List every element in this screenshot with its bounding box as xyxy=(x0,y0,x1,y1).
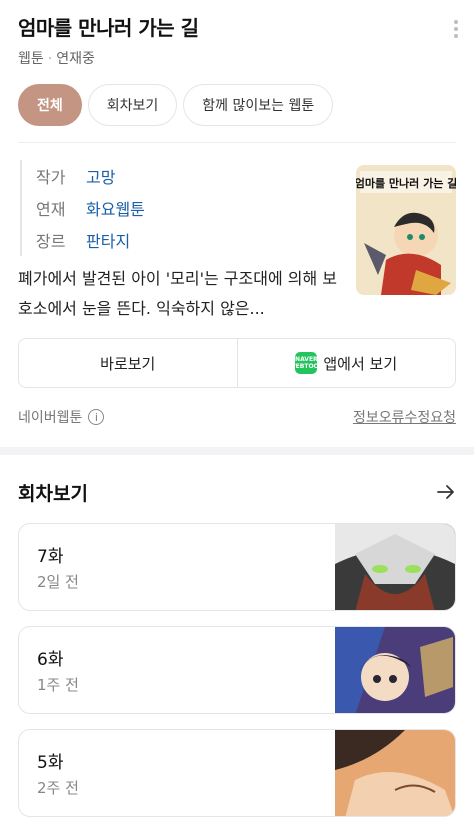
serial-link[interactable]: 화요웹툰 xyxy=(86,196,145,220)
episode-date: 2주 전 xyxy=(37,779,79,797)
arrow-right-icon[interactable] xyxy=(436,482,456,502)
episode-title: 5화 xyxy=(37,753,64,773)
serial-label: 연재 xyxy=(36,200,66,219)
episode-thumbnail xyxy=(335,730,455,816)
genre-link[interactable]: 판타지 xyxy=(86,228,130,252)
episode-date: 1주 전 xyxy=(37,676,79,694)
view-now-button[interactable]: 바로보기 xyxy=(19,339,237,387)
source-label: 네이버웹툰 xyxy=(18,410,83,426)
section-separator xyxy=(0,447,474,455)
tab-bar: 전체 회차보기 함께 많이보는 웹툰 xyxy=(18,84,334,126)
info-block: 작가 고망 연재 화요웹툰 장르 판타지 xyxy=(20,160,340,256)
episode-card[interactable]: 6화 1주 전 xyxy=(18,626,456,714)
episode-date: 2일 전 xyxy=(37,573,79,591)
episode-card[interactable]: 5화 2주 전 xyxy=(18,729,456,817)
tab-all[interactable]: 전체 xyxy=(18,84,82,126)
episode-title: 6화 xyxy=(37,650,64,670)
more-vertical-icon[interactable] xyxy=(454,20,458,38)
header: 엄마를 만나러 가는 길 웹툰 · 연재중 xyxy=(18,12,458,68)
genre-row: 장르 판타지 xyxy=(36,224,340,256)
episode-thumbnail xyxy=(335,627,455,713)
author-label: 작가 xyxy=(36,168,66,187)
episodes-section-title: 회차보기 xyxy=(18,483,88,505)
author-row: 작가 고망 xyxy=(36,160,340,192)
tab-episodes[interactable]: 회차보기 xyxy=(87,84,178,126)
status-label: 연재중 xyxy=(56,51,95,67)
naver-webtoon-icon: NAVER WEBTOON xyxy=(289,352,324,374)
divider xyxy=(18,142,456,143)
info-circle-icon[interactable]: i xyxy=(88,409,105,425)
category-label: 웹툰 xyxy=(18,51,44,67)
action-bar: 바로보기 NAVER WEBTOON 앱에서 보기 xyxy=(18,338,456,388)
open-in-app-label: 앱에서 보기 xyxy=(323,354,398,373)
episode-title: 7화 xyxy=(37,547,64,567)
open-in-app-button[interactable]: NAVER WEBTOON 앱에서 보기 xyxy=(236,339,456,387)
author-link[interactable]: 고망 xyxy=(86,164,115,188)
source-info: 네이버웹툰 i xyxy=(18,407,105,427)
serial-row: 연재 화요웹툰 xyxy=(36,192,340,224)
episode-thumbnail xyxy=(335,524,455,610)
genre-label: 장르 xyxy=(36,232,66,251)
subtitle: 웹툰 · 연재중 xyxy=(18,51,95,67)
report-error-link[interactable]: 정보오류수정요청 xyxy=(353,407,456,427)
view-now-label: 바로보기 xyxy=(100,354,156,373)
episode-card[interactable]: 7화 2일 전 xyxy=(18,523,456,611)
cover-image[interactable]: 엄마를 만나러 가는 길 xyxy=(356,165,456,295)
cover-title: 엄마를 만나러 가는 길 xyxy=(356,176,456,190)
synopsis: 폐가에서 발견된 아이 '모리'는 구조대에 의해 보호소에서 눈을 뜬다. 익… xyxy=(18,269,337,318)
tab-recommended[interactable]: 함께 많이보는 웹툰 xyxy=(183,84,334,126)
page-title: 엄마를 만나러 가는 길 xyxy=(18,16,199,40)
